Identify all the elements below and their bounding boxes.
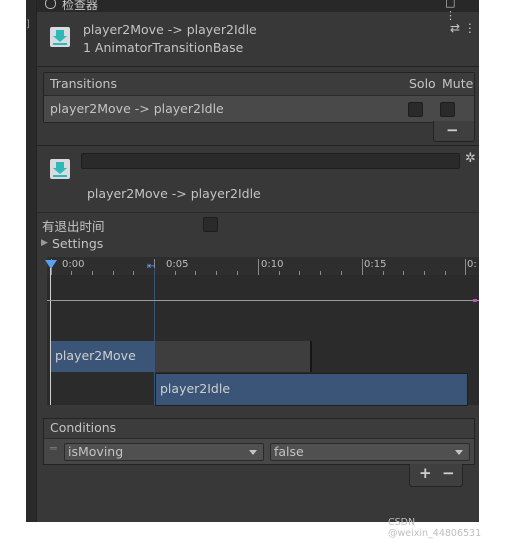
source-state-bar[interactable]: player2Move [51,341,155,372]
conditions-footer: + − [409,464,463,487]
transition-row-label: player2Move -> player2Idle [50,101,224,116]
condition-value-text: false [274,444,304,459]
conditions-heading: Conditions [50,420,117,435]
inspector-tab-title[interactable]: 检查器 [62,0,98,13]
watermark-text: CSDN @weixin_44806531 [388,517,482,539]
tab-window-controls[interactable]: □ ⋮ [445,0,479,22]
destination-state-label: player2Idle [160,381,231,396]
transition-download-icon [50,27,70,47]
has-exit-time-label: 有退出时间 [42,219,105,234]
has-exit-time-checkbox[interactable] [203,217,218,232]
settings-foldout-arrow-icon[interactable]: ▶ [41,238,48,248]
dock-edge-mark: ] [26,19,30,30]
source-state-label: player2Move [55,348,136,363]
transition-header-title: player2Move -> player2Idle [83,22,257,37]
transitions-list-header: Transitions Solo Mute [44,73,474,96]
source-state-extension [155,341,312,372]
condition-parameter-dropdown[interactable]: isMoving [64,443,264,461]
chevron-down-icon [455,450,463,455]
solo-column-label: Solo [409,76,436,91]
transition-curve-line [47,300,479,301]
transitions-heading: Transitions [50,76,117,91]
transition-row[interactable]: player2Move -> player2Idle [44,96,474,122]
gear-icon[interactable]: ✲ [465,151,476,166]
section-divider [37,145,479,146]
inspector-panel: 检查器 □ ⋮ player2Move -> player2Idle 1 Ani… [36,0,479,522]
mute-column-label: Mute [442,76,474,91]
settings-foldout-label[interactable]: Settings [52,236,103,251]
remove-transition-button[interactable]: − [446,121,459,139]
transition-header-subtitle: 1 AnimatorTransitionBase [83,40,244,55]
add-condition-button[interactable]: + [419,464,432,482]
tick-label-2: 0:10 [261,259,284,270]
transition-name-field[interactable] [81,153,460,169]
transition-detail-icon [50,159,70,179]
preset-settings-icon[interactable]: ⇄ ⋮ [450,21,476,35]
solo-checkbox[interactable] [408,102,423,117]
info-icon [45,0,56,9]
left-dock-strip [26,0,36,522]
tick-label-1: 0:05 [166,259,189,270]
remove-condition-button[interactable]: − [442,464,455,482]
transitions-list: Transitions Solo Mute player2Move -> pla… [43,72,475,123]
destination-state-bar[interactable]: player2Idle [155,373,468,406]
condition-parameter-value: isMoving [68,444,124,459]
transition-detail-title: player2Move -> player2Idle [87,186,261,201]
tick-label-0: 0:00 [62,259,85,270]
drag-handle-icon[interactable]: ═ [50,442,57,455]
header-divider [37,66,479,67]
inspector-tab-strip [37,0,479,12]
transitions-footer: − [433,121,475,142]
condition-row[interactable]: ═ isMoving false [44,439,474,464]
timeline-ruler[interactable]: 0:00 0:05 0:10 0:15 0: [47,257,479,275]
tick-label-3: 0:15 [364,259,387,270]
playhead-line [50,268,51,405]
curve-end-marker [473,299,477,302]
condition-value-dropdown[interactable]: false [270,443,470,461]
detail-divider [37,212,479,213]
chevron-down-icon [249,450,257,455]
mute-checkbox[interactable] [440,102,455,117]
conditions-list-header: Conditions [44,419,474,439]
start-marker-icon[interactable] [45,260,57,269]
tick-label-4: 0: [467,259,477,270]
conditions-list: Conditions ═ isMoving false [43,418,475,465]
